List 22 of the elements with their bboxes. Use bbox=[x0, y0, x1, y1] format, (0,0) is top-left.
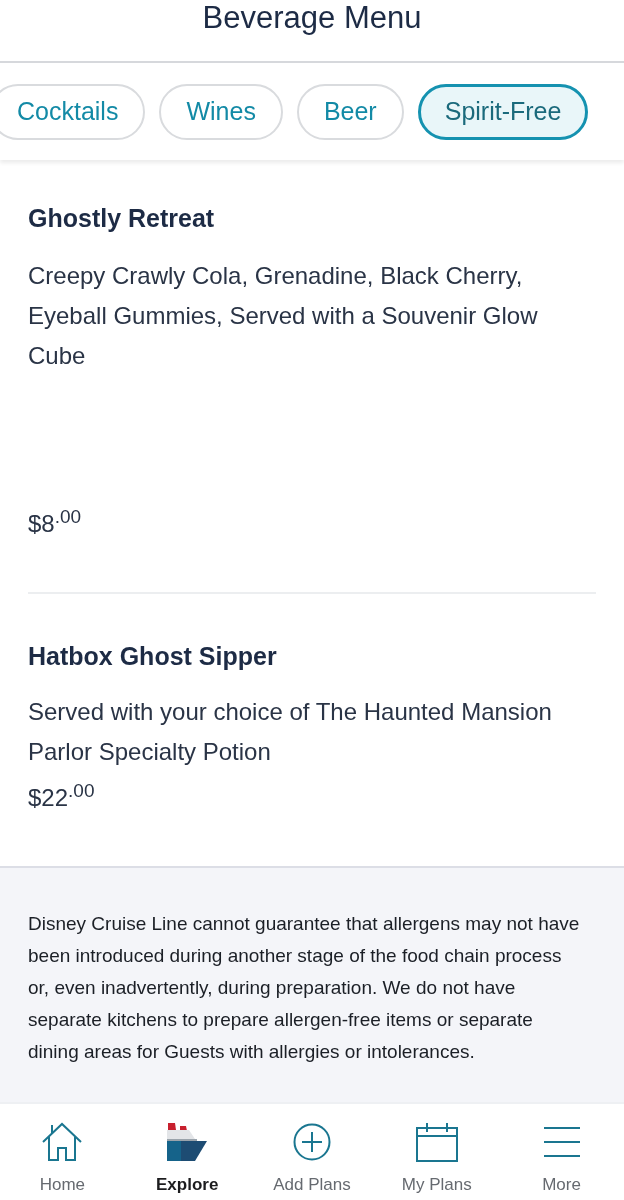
nav-tab[interactable]: Home bbox=[7, 1104, 118, 1200]
category-tab[interactable]: Wines bbox=[159, 83, 283, 140]
nav-tab[interactable]: My Plans bbox=[381, 1104, 492, 1200]
menu-icon bbox=[543, 1126, 580, 1158]
category-tab[interactable]: Cocktails bbox=[0, 83, 146, 140]
window-title: Beverage Menu bbox=[202, 0, 422, 37]
drink-price: $22$^{.00}$ bbox=[28, 780, 95, 813]
nav-tab[interactable]: More bbox=[506, 1104, 617, 1200]
drink-description: Served with your choice of The Haunted Mansion Parlor Specialty Potion bbox=[28, 697, 553, 767]
plus-circle-icon bbox=[293, 1123, 331, 1161]
ship-icon bbox=[165, 1122, 210, 1162]
drink-price: $8$^{.00}$ bbox=[28, 506, 82, 539]
calendar-icon bbox=[415, 1122, 458, 1162]
allergen-disclaimer: Disney Cruise Line cannot guarantee that allergens may not have been introduced during another stage of the food chain process or, even inadvertently, during preparation. We do not have separate kitchens to prepare allergen-free items or separate dining areas for Guests with allergies or intolerances. bbox=[28, 912, 581, 1064]
home-icon bbox=[41, 1122, 84, 1162]
drink-name: Ghostly Retreat bbox=[28, 203, 216, 234]
drink-name: Hatbox Ghost Sipper bbox=[28, 641, 278, 672]
category-tab[interactable]: Beer bbox=[296, 83, 404, 140]
nav-tab[interactable]: Explore bbox=[132, 1104, 243, 1200]
drink-description: Creepy Crawly Cola, Grenadine, Black Cherry, Eyeball Gummies, Served with a Souvenir Glow Cube bbox=[28, 261, 539, 371]
category-tab[interactable]: Spirit-Free bbox=[417, 83, 589, 140]
nav-tab[interactable]: Add Plans bbox=[257, 1104, 367, 1200]
